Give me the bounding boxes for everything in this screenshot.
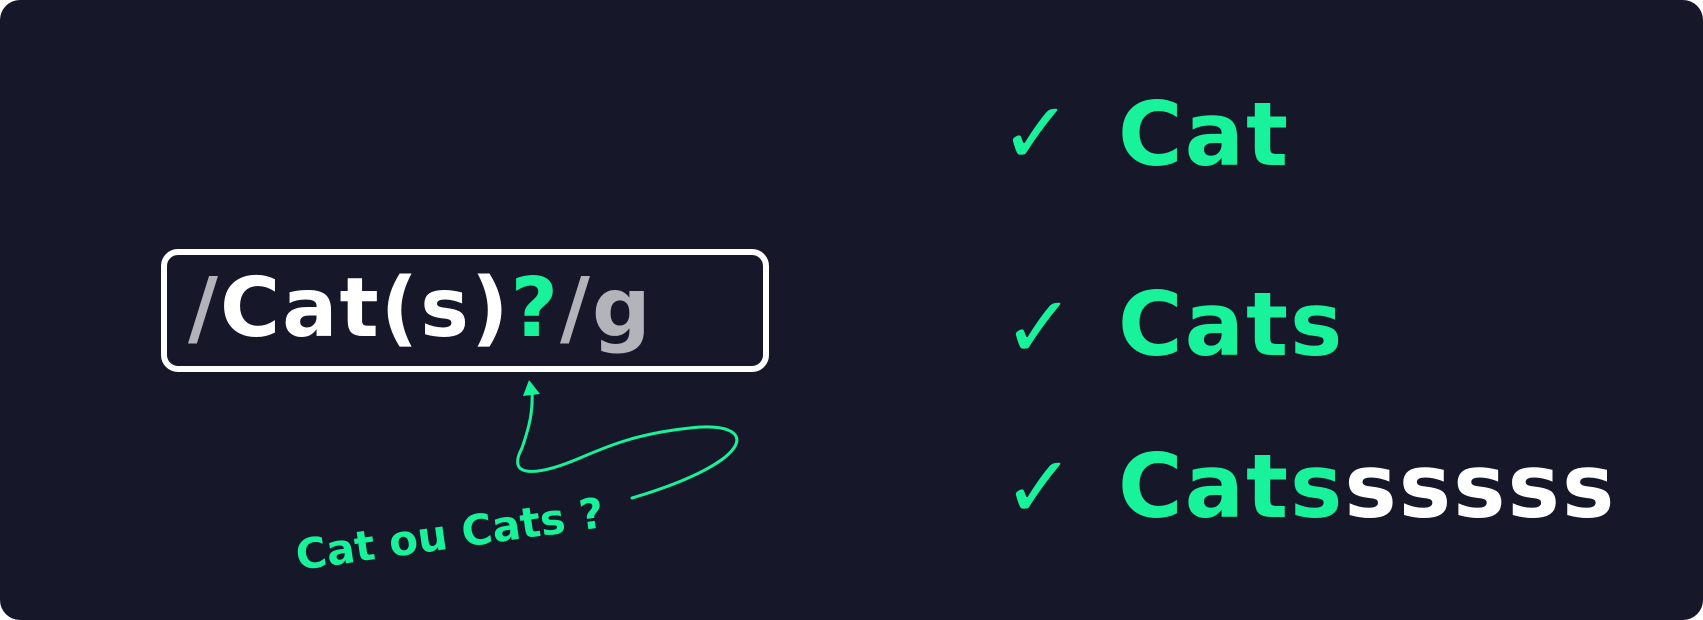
match-matched-1: Cat <box>1118 83 1290 186</box>
match-matched-2: Cats <box>1118 273 1344 376</box>
regex-box: /Cat(s)?/g <box>161 249 769 372</box>
match-text-1: Cat <box>1118 83 1290 186</box>
regex-group-char: s <box>420 261 471 356</box>
annotation-arrow <box>516 380 739 500</box>
match-text-2: Cats <box>1118 273 1344 376</box>
match-row-3: ✓ Catssssss <box>1003 435 1616 538</box>
regex-literal: Cat <box>220 261 381 356</box>
diagram-canvas: /Cat(s)?/g Cat ou Cats ? ✓ Cat ✓ Cats ✓ <box>0 0 1703 620</box>
check-icon: ✓ <box>1000 84 1072 184</box>
regex-group-close: ) <box>471 261 510 356</box>
match-text-3: Catssssss <box>1118 435 1616 538</box>
diagram-svg: /Cat(s)?/g Cat ou Cats ? ✓ Cat ✓ Cats ✓ <box>161 83 1616 580</box>
match-matched-3: Cats <box>1118 435 1344 538</box>
match-rest-3: sssss <box>1344 435 1616 538</box>
annotation-text: Cat ou Cats ? <box>293 488 607 580</box>
check-icon: ✓ <box>1003 278 1075 378</box>
match-row-2: ✓ Cats <box>1003 273 1344 378</box>
regex-slash-close: / <box>560 261 592 356</box>
regex-group-open: ( <box>381 261 420 356</box>
regex-flag: g <box>592 261 653 356</box>
check-icon: ✓ <box>1003 438 1075 538</box>
regex-quantifier: ? <box>510 261 560 356</box>
annotation-arrow-line <box>516 390 739 500</box>
match-row-1: ✓ Cat <box>1000 83 1290 186</box>
regex-slash-open: / <box>188 261 220 356</box>
annotation-arrowhead-icon <box>523 380 540 396</box>
regex-expression: /Cat(s)?/g <box>188 261 653 356</box>
